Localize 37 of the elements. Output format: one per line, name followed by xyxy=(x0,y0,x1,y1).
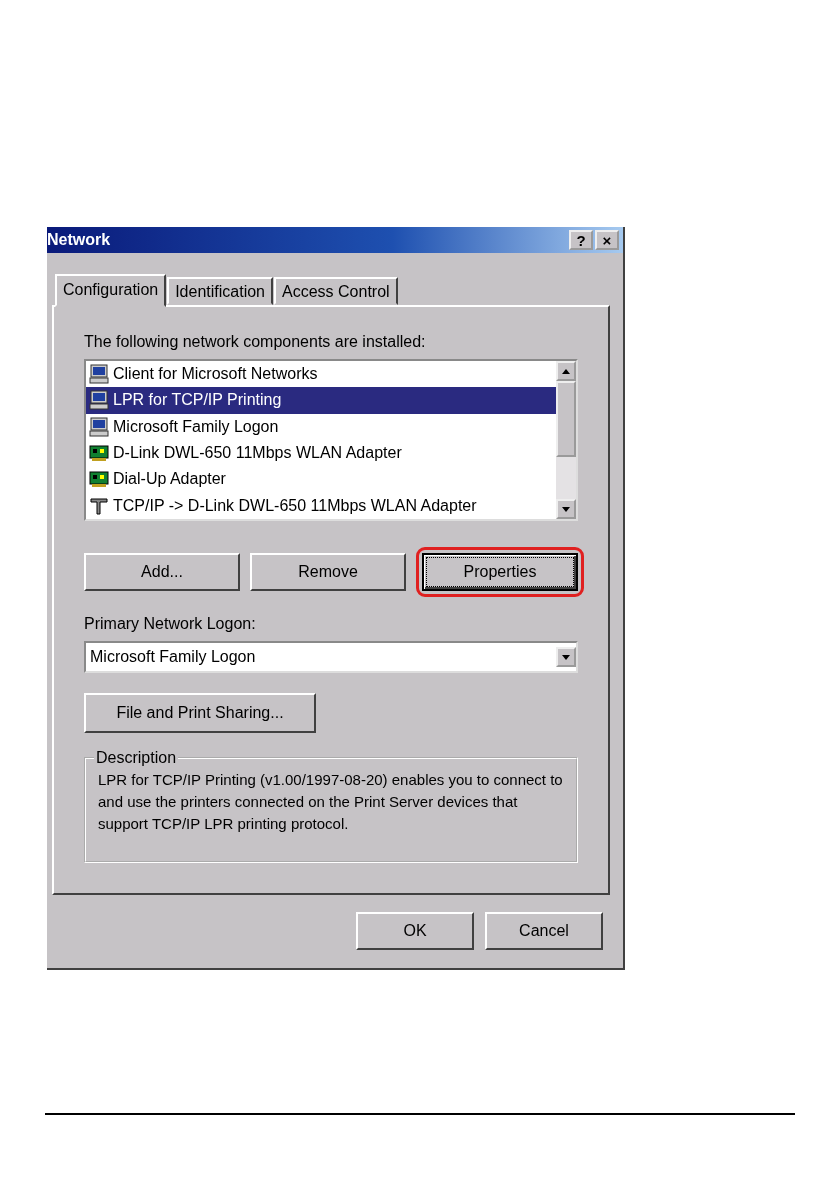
dialog-button[interactable]: Remove xyxy=(250,553,406,591)
description-text: LPR for TCP/IP Printing (v1.00/1997-08-20) enables you to connect to and use the printers connected on the Print Server devices that support TCP/IP LPR printing protocol. xyxy=(98,770,564,834)
group-title: Description xyxy=(94,749,179,767)
list-label: The following network components are installed: xyxy=(84,333,427,351)
components-list[interactable]: Client for Microsoft Networks LPR for TCP/IP Printing Microsoft Family Logon D-Link DWL-650 11Mbps WLAN Adapter Dial-Up Adapter TCP/IP -> D-Link DWL-650 11Mbps WLAN Adapter xyxy=(84,359,578,521)
dialog-button[interactable]: Cancel xyxy=(485,912,603,950)
dialog-button[interactable]: Properties xyxy=(422,553,578,591)
computer-icon xyxy=(89,364,109,385)
list-item[interactable]: Microsoft Family Logon xyxy=(86,413,556,440)
computer-icon xyxy=(89,416,109,437)
network-plug-icon xyxy=(89,495,109,516)
dropdown-arrow-icon xyxy=(562,654,570,660)
list-item[interactable]: Dial-Up Adapter xyxy=(86,466,556,493)
list-item[interactable]: LPR for TCP/IP Printing xyxy=(86,387,556,414)
close-button[interactable]: × xyxy=(595,230,619,250)
down-arrow-icon xyxy=(562,506,570,512)
up-arrow-icon xyxy=(562,368,570,374)
dialog-button[interactable]: Add... xyxy=(84,553,240,591)
sharing-button[interactable]: File and Print Sharing... xyxy=(84,693,316,733)
tab[interactable]: Access Control xyxy=(274,277,398,305)
logon-label: Primary Network Logon: xyxy=(84,615,257,633)
scrollbar[interactable] xyxy=(556,361,576,519)
network-card-icon xyxy=(89,469,109,490)
window-title: Network xyxy=(47,231,112,249)
computer-icon xyxy=(89,390,109,411)
tab[interactable]: Identification xyxy=(167,277,273,305)
tab[interactable]: Configuration xyxy=(55,274,167,307)
help-button[interactable]: ? xyxy=(569,230,593,250)
list-item[interactable]: TCP/IP -> D-Link DWL-650 11Mbps WLAN Adapter xyxy=(86,492,556,519)
list-item[interactable]: D-Link DWL-650 11Mbps WLAN Adapter xyxy=(86,440,556,467)
logon-dropdown[interactable]: Microsoft Family Logon xyxy=(84,641,578,673)
scroll-down-button[interactable] xyxy=(556,499,576,519)
network-card-icon xyxy=(89,443,109,464)
dialog-button[interactable]: OK xyxy=(356,912,474,950)
list-item[interactable]: Client for Microsoft Networks xyxy=(86,361,556,388)
scroll-thumb[interactable] xyxy=(556,381,576,457)
scroll-up-button[interactable] xyxy=(556,361,576,381)
